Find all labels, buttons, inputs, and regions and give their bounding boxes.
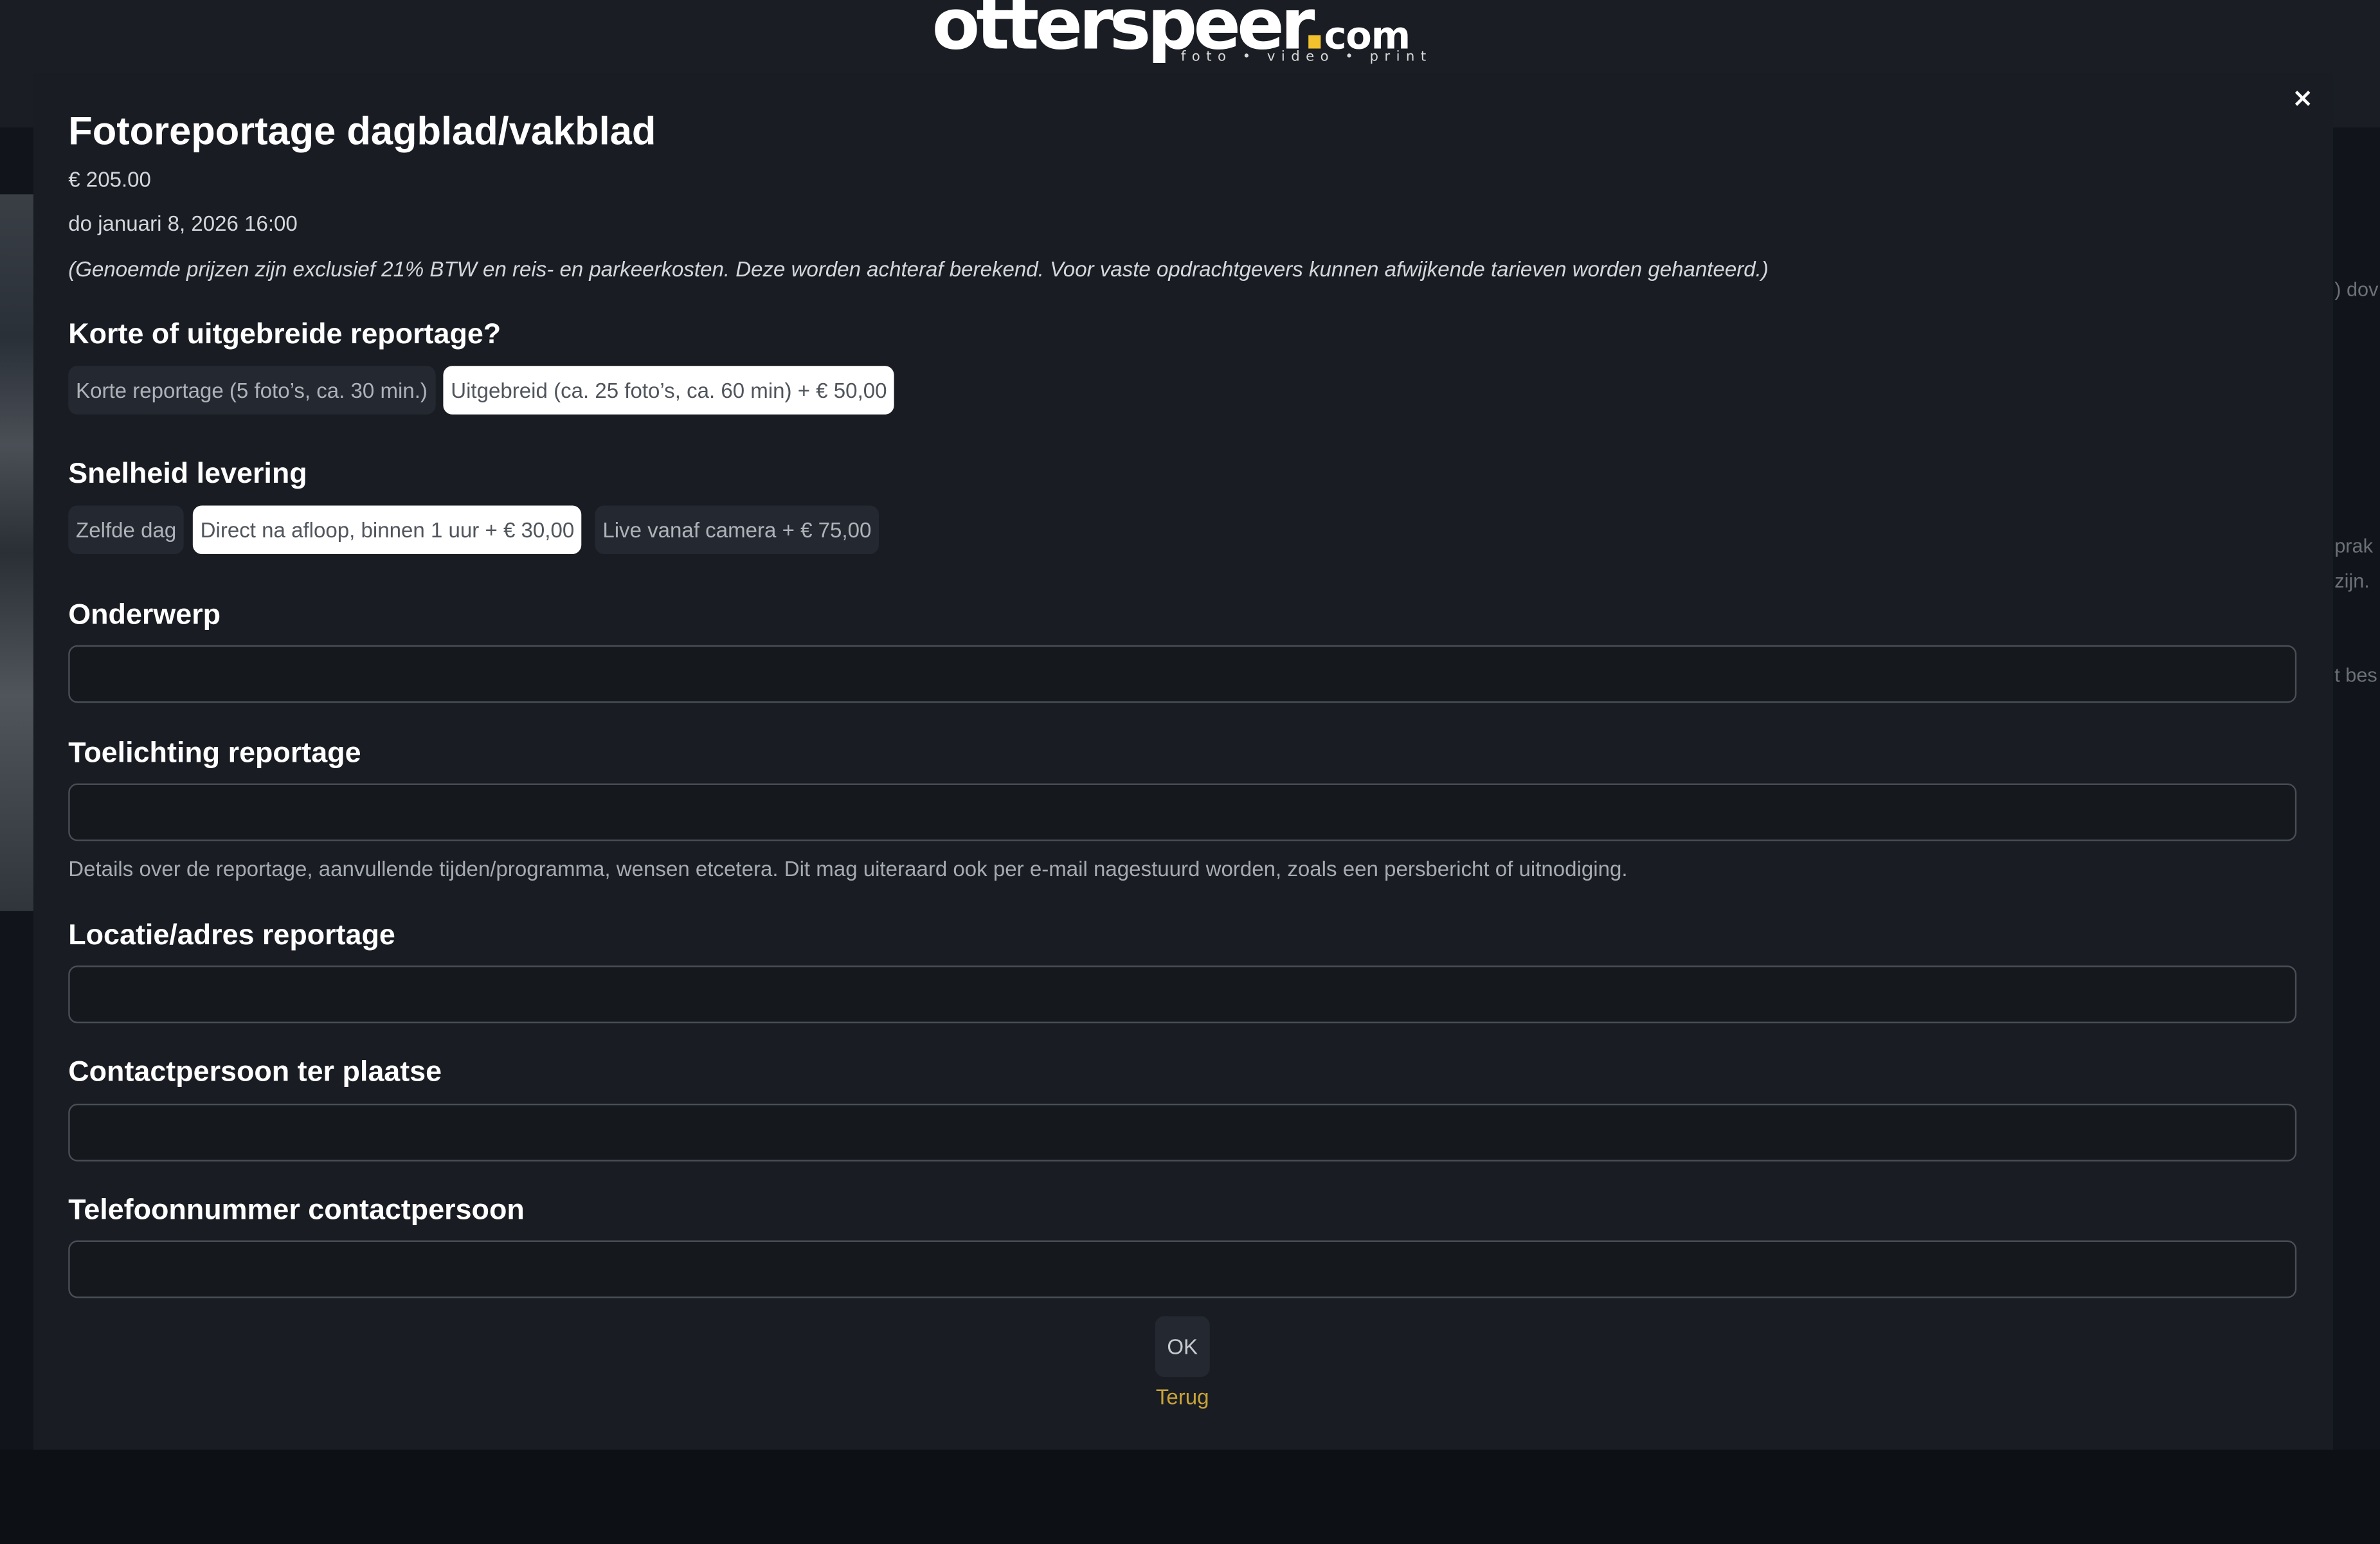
phone-input[interactable] [68,1240,2297,1298]
explanation-help-text: Details over de reportage, aanvullende t… [68,856,1628,881]
option-live-from-camera[interactable]: Live vanaf camera + € 75,00 [595,505,879,555]
ok-button[interactable]: OK [1155,1316,1210,1378]
location-label: Locatie/adres reportage [68,920,395,952]
background-text: t bes [2334,663,2377,687]
location-input[interactable] [68,965,2297,1023]
close-icon[interactable]: × [2286,82,2320,116]
option-direct-delivery[interactable]: Direct na afloop, binnen 1 uur + € 30,00 [192,505,582,555]
subject-label: Onderwerp [68,599,221,632]
option-same-day[interactable]: Zelfde dag [68,505,185,555]
delivery-section-label: Snelheid levering [68,458,307,490]
option-extended-report[interactable]: Uitgebreid (ca. 25 foto’s, ca. 60 min) +… [443,366,895,415]
contact-label: Contactpersoon ter plaatse [68,1056,442,1089]
explanation-label: Toelichting reportage [68,737,361,770]
page: otterspeer.com foto • video • print ) do… [0,0,2380,1544]
phone-label: Telefoonnummer contactpersoon [68,1194,525,1227]
option-short-report[interactable]: Korte reportage (5 foto’s, ca. 30 min.) [68,366,435,415]
subject-input[interactable] [68,645,2297,703]
background-photo-strip [0,194,33,911]
back-link[interactable]: Terug [1152,1383,1213,1411]
background-text: zijn. [2334,569,2370,593]
modal-title: Fotoreportage dagblad/vakblad [68,107,656,154]
explanation-input[interactable] [68,783,2297,841]
site-footer [0,1450,2380,1544]
logo-tagline: foto • video • print [1180,49,1432,66]
background-text: ) dov [2334,278,2379,301]
contact-input[interactable] [68,1104,2297,1162]
price-text: € 205.00 [68,166,151,192]
length-section-label: Korte of uitgebreide reportage? [68,318,501,351]
price-disclaimer: (Genoemde prijzen zijn exclusief 21% BTW… [68,256,1769,281]
background-text: prak [2334,534,2373,557]
datetime-text: do januari 8, 2026 16:00 [68,211,298,236]
